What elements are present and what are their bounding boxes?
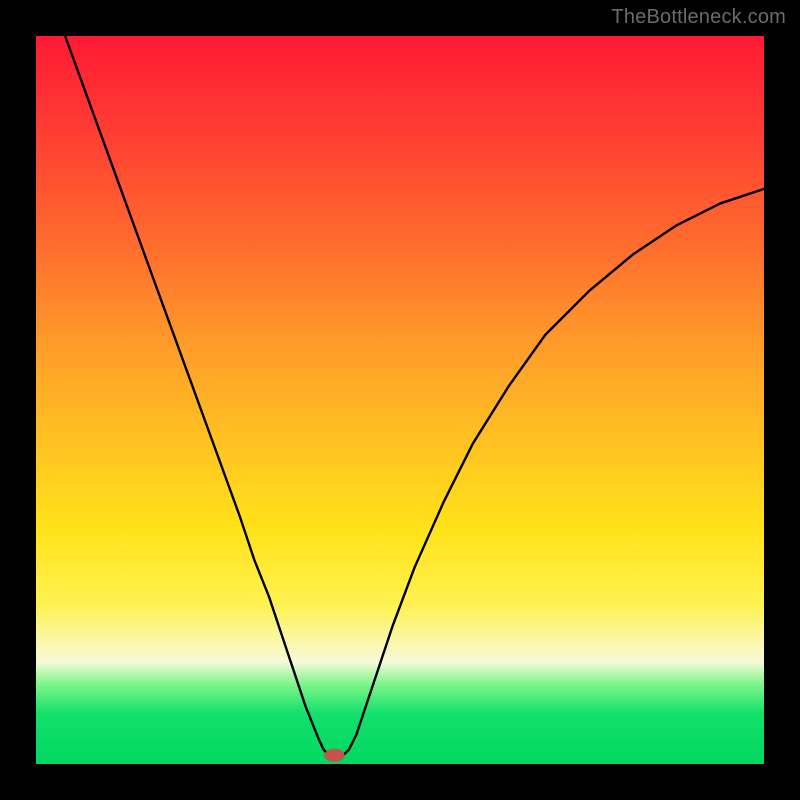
- curve-svg: [36, 36, 764, 764]
- chart-frame: TheBottleneck.com: [0, 0, 800, 800]
- minimum-marker: [324, 749, 344, 762]
- bottleneck-curve: [65, 36, 764, 758]
- plot-area: [36, 36, 764, 764]
- watermark-text: TheBottleneck.com: [611, 6, 786, 29]
